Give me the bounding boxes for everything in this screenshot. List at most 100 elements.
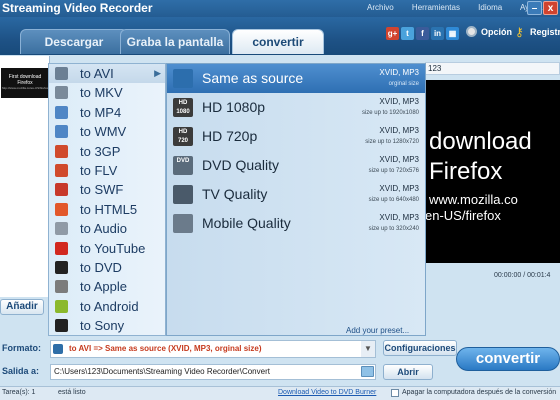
shutdown-checkbox[interactable]: [391, 389, 399, 397]
open-button[interactable]: Abrir: [383, 364, 433, 380]
option-size: size up to 1280x720: [365, 139, 419, 145]
video-thumbnail[interactable]: First download Firefox http://www.mozill…: [1, 68, 49, 98]
option-codec: XVID, MP3: [379, 126, 419, 135]
option-size: orginal size: [388, 81, 419, 87]
tab-band: Descargar Graba la pantalla convertir g+…: [0, 17, 560, 55]
apple-icon: [55, 280, 68, 294]
quality-option[interactable]: DVD DVD Quality XVID, MP3 size up to 720x57…: [167, 151, 425, 180]
youtube-icon: [55, 241, 68, 255]
shutdown-label: Apagar la computadora después de la conv…: [402, 389, 557, 396]
tab-descargar[interactable]: Descargar: [20, 29, 128, 54]
option-size: size up to 640x480: [368, 197, 419, 203]
music-note-icon: [55, 222, 68, 236]
windows-icon[interactable]: ▦: [446, 27, 459, 40]
playback-time: 00:00:00 / 00:01:4: [494, 272, 551, 279]
preview-text-1: download: [429, 128, 532, 155]
swf-file-icon: [55, 183, 68, 197]
film-strip-icon: [173, 69, 193, 88]
dvd-burner-link[interactable]: Download Video to DVD Burner: [278, 389, 376, 396]
category-item[interactable]: to HTML5: [49, 200, 165, 219]
3gp-file-icon: [55, 144, 68, 158]
android-icon: [55, 299, 68, 313]
menu-idioma[interactable]: Idioma: [478, 3, 502, 12]
playback-bar: [425, 263, 560, 297]
format-dropdown[interactable]: to AVI => Same as source (XVID, MP3, org…: [50, 340, 376, 358]
output-path-field[interactable]: C:\Users\123\Documents\Streaming Video R…: [50, 364, 376, 380]
title-bar: Streaming Video Recorder Archivo Herrami…: [0, 0, 560, 17]
folder-icon[interactable]: [361, 366, 374, 377]
tab-convertir[interactable]: convertir: [232, 29, 324, 54]
file-list-panel: First download Firefox http://www.mozill…: [0, 56, 50, 297]
category-label: to Sony: [80, 318, 125, 334]
preview-title-bar: 123: [425, 62, 560, 75]
google-plus-icon[interactable]: g+: [386, 27, 399, 40]
close-button[interactable]: x: [543, 1, 558, 15]
wmv-file-icon: [55, 125, 68, 139]
option-label: TV Quality: [202, 186, 268, 202]
dvd-quality-icon: DVD: [173, 156, 193, 175]
flv-file-icon: [55, 164, 68, 177]
category-item[interactable]: to MKV: [49, 83, 165, 102]
convert-button[interactable]: convertir: [456, 347, 560, 371]
add-button[interactable]: Añadir: [0, 299, 44, 315]
category-item[interactable]: to 3GP: [49, 142, 165, 161]
category-item[interactable]: to FLV: [49, 161, 165, 180]
facebook-icon[interactable]: f: [416, 27, 429, 40]
quality-option-list: Same as source XVID, MP3 orginal size HD 10…: [166, 63, 426, 336]
option-codec: XVID, MP3: [379, 68, 419, 77]
preview-text-2: Firefox: [429, 158, 503, 185]
category-item[interactable]: to Apple: [49, 277, 165, 296]
mkv-file-icon: [55, 86, 68, 100]
key-icon: ⚷: [515, 25, 524, 39]
category-label: to Audio: [80, 221, 127, 237]
category-item[interactable]: to SWF: [49, 180, 165, 199]
category-label: to HTML5: [80, 201, 138, 217]
category-label: to DVD: [80, 260, 122, 275]
category-label: to SWF: [80, 182, 124, 198]
category-item[interactable]: to AVI ▶: [49, 64, 165, 83]
category-label: to YouTube: [80, 240, 146, 256]
category-item[interactable]: to Audio: [49, 219, 165, 238]
option-codec: XVID, MP3: [379, 213, 419, 222]
hd-1080p-icon: HD 1080: [173, 98, 193, 117]
option-label: HD 720p: [202, 128, 258, 144]
add-preset-link[interactable]: Add your preset...: [346, 326, 409, 335]
quality-option[interactable]: HD 1080 HD 1080p XVID, MP3 size up to 1920x…: [167, 93, 425, 122]
category-label: to MP4: [80, 104, 122, 120]
category-item[interactable]: to YouTube: [49, 239, 165, 258]
option-size: size up to 320x240: [368, 226, 419, 232]
status-bar: Tarea(s): 1 está listo Download Video to…: [0, 386, 560, 400]
menu-archivo[interactable]: Archivo: [367, 3, 394, 12]
playstation-icon: [55, 319, 68, 333]
quality-option[interactable]: Mobile Quality XVID, MP3 size up to 320x24…: [167, 209, 425, 238]
chevron-down-icon[interactable]: ▼: [361, 341, 375, 357]
category-item[interactable]: to DVD: [49, 258, 165, 277]
quality-option[interactable]: TV Quality XVID, MP3 size up to 640x480: [167, 180, 425, 209]
linkedin-icon[interactable]: in: [431, 27, 444, 40]
menu-herramientas[interactable]: Herramientas: [412, 3, 460, 12]
gear-icon[interactable]: [466, 26, 477, 37]
settings-button[interactable]: Configuraciones: [383, 340, 457, 356]
option-codec: XVID, MP3: [379, 184, 419, 193]
avi-file-icon: [55, 67, 68, 80]
category-item[interactable]: to Sony: [49, 316, 165, 335]
tab-graba-la-pantalla[interactable]: Graba la pantalla: [120, 29, 230, 54]
thumbnail-line3: http://www.mozilla.co/es-US/firefox: [1, 86, 49, 90]
category-label: to FLV: [80, 163, 118, 178]
quality-option[interactable]: HD 720 HD 720p XVID, MP3 size up to 1280x72…: [167, 122, 425, 151]
dvd-icon: [55, 261, 68, 274]
category-item[interactable]: to Android: [49, 297, 165, 316]
quality-option[interactable]: Same as source XVID, MP3 orginal size: [167, 64, 425, 93]
option-label: Mobile Quality: [202, 215, 291, 231]
category-item[interactable]: to WMV: [49, 122, 165, 141]
twitter-icon[interactable]: t: [401, 27, 414, 40]
option-size: size up to 1920x1080: [361, 110, 419, 116]
option-link[interactable]: Opción: [481, 27, 512, 37]
register-link[interactable]: Registr: [530, 27, 560, 37]
mobile-phone-icon: [173, 214, 193, 233]
category-item[interactable]: to MP4: [49, 103, 165, 122]
option-size: size up to 720x576: [368, 168, 419, 174]
video-preview[interactable]: download Firefox www.mozilla.co en-US/fi…: [425, 80, 560, 263]
minimize-button[interactable]: –: [527, 1, 542, 15]
option-codec: XVID, MP3: [379, 97, 419, 106]
